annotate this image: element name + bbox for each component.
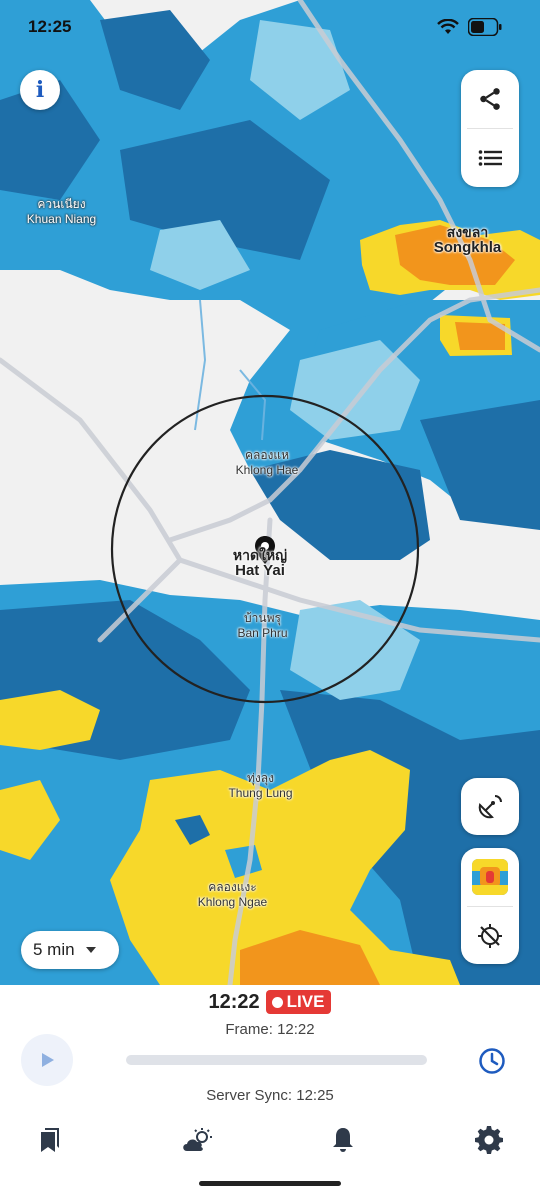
- nav-settings[interactable]: [469, 1120, 509, 1160]
- map-label-khlong-hae: คลองแห Khlong Hae: [235, 448, 299, 477]
- share-button[interactable]: [461, 70, 519, 128]
- weather-icon: [183, 1128, 212, 1151]
- nav-bookmarks[interactable]: [30, 1120, 70, 1160]
- nav-weather[interactable]: [177, 1120, 217, 1160]
- live-badge[interactable]: LIVE: [265, 990, 332, 1014]
- locate-off-icon: [478, 924, 502, 948]
- current-time: 12:22: [208, 990, 260, 1013]
- map-label-khlong-ngae: คลองแงะ Khlong Ngae: [197, 880, 268, 909]
- clock-icon: [479, 1048, 505, 1074]
- list-icon: [478, 150, 502, 166]
- live-label: LIVE: [286, 992, 325, 1011]
- status-icons: [437, 17, 502, 41]
- nav-notifications[interactable]: [323, 1120, 363, 1160]
- satellite-dish-icon: [478, 794, 502, 818]
- info-icon: i: [35, 77, 45, 103]
- map-style-controls: [461, 848, 519, 964]
- time-row: 12:22 LIVE: [0, 990, 540, 1014]
- map-label-khuan-niang: ควนเนียง Khuan Niang: [26, 197, 97, 226]
- server-sync-label: Server Sync: 12:25: [206, 1087, 334, 1104]
- map-label-hat-yai: หาดใหญ่ Hat Yai: [232, 547, 288, 579]
- play-icon: [42, 1053, 54, 1067]
- timeline-slider[interactable]: [126, 1055, 427, 1065]
- status-time: 12:25: [28, 17, 72, 36]
- locate-button[interactable]: [461, 907, 519, 965]
- satellite-button[interactable]: [461, 778, 519, 835]
- home-indicator: [199, 1181, 341, 1186]
- map-label-ban-phru: บ้านพรุ Ban Phru: [237, 611, 288, 640]
- battery-icon: [467, 17, 502, 41]
- notifications-icon: [333, 1128, 353, 1152]
- radar-overlay: [0, 0, 540, 985]
- map-label-thung-lung: ทุ่งลุง Thung Lung: [228, 771, 293, 800]
- map-style-button[interactable]: [461, 848, 519, 906]
- layers-list-button[interactable]: [461, 129, 519, 187]
- info-button[interactable]: i: [20, 70, 60, 110]
- history-button[interactable]: [477, 1046, 507, 1076]
- chevron-down-icon: [85, 947, 96, 953]
- play-button[interactable]: [21, 1034, 73, 1086]
- map-style-thumbnail-icon: [472, 859, 508, 895]
- wifi-icon: [437, 18, 459, 40]
- top-right-controls: [461, 70, 519, 187]
- status-bar: 12:25: [0, 0, 540, 56]
- map-label-songkhla: สงขลา Songkhla: [433, 224, 502, 256]
- radar-map[interactable]: ควนเนียง Khuan Niang สงขลา Songkhla คลองแห…: [0, 0, 540, 985]
- bookmarks-icon: [41, 1128, 59, 1152]
- satellite-control: [461, 778, 519, 835]
- settings-icon: [475, 1126, 503, 1154]
- share-icon: [480, 88, 500, 110]
- interval-dropdown[interactable]: 5 min: [21, 931, 119, 969]
- interval-label: 5 min: [33, 940, 75, 959]
- frame-label: Frame: 12:22: [225, 1021, 315, 1038]
- live-dot-icon: [271, 996, 283, 1008]
- bottom-navbar: [0, 1120, 540, 1160]
